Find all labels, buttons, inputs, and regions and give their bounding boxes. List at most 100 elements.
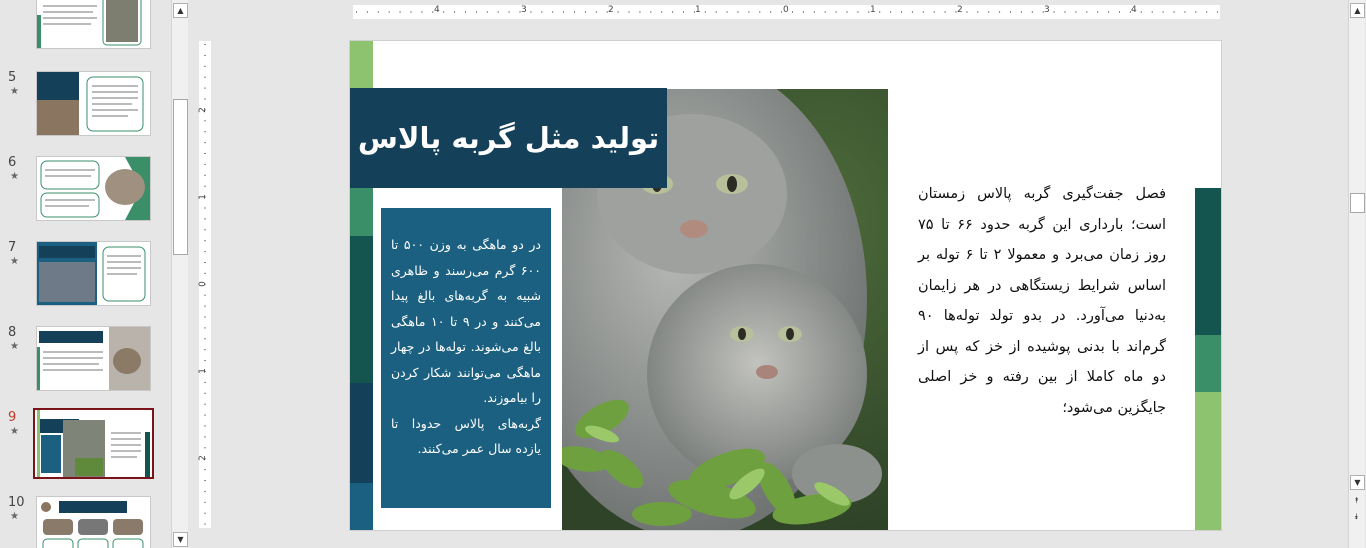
thumbnail-scrollbar[interactable]: ▲ ▼ [171, 0, 188, 548]
ruler-tick [1031, 11, 1033, 13]
thumbnail-row[interactable] [0, 0, 170, 54]
ruler-tick [824, 11, 826, 13]
ruler-tick [552, 11, 554, 13]
slide-title-box[interactable]: تولید مثل گربه پالاس [350, 88, 667, 188]
ruler-tick [1053, 11, 1055, 13]
ruler-tick [204, 501, 206, 503]
thumbnail-row[interactable]: 9 ★ [0, 408, 170, 480]
thumbnail-graphic [37, 327, 150, 390]
ruler-label: 2 [197, 107, 208, 113]
ruler-tick [802, 11, 804, 13]
ruler-label: 1 [197, 194, 208, 200]
ruler-tick [356, 11, 357, 13]
ruler-tick [204, 512, 206, 514]
decorative-strip [350, 483, 373, 530]
ruler-tick [1010, 11, 1011, 13]
scroll-down-icon[interactable]: ▼ [1350, 475, 1365, 490]
slide-canvas[interactable]: تولید مثل گربه پالاس در دو ماهگی به وزن … [350, 41, 1221, 530]
ruler-tick [204, 262, 206, 263]
ruler-tick [672, 11, 674, 13]
ruler-tick [204, 414, 206, 416]
ruler-tick [204, 469, 206, 471]
ruler-tick [204, 153, 206, 154]
ruler-tick [204, 523, 206, 525]
ruler-tick [628, 11, 630, 13]
ruler-tick [1119, 11, 1120, 13]
ruler-tick [204, 294, 206, 296]
next-slide-icon[interactable]: ⯯ [1350, 510, 1363, 523]
ruler-tick [366, 11, 368, 13]
scrollbar-thumb[interactable] [1350, 193, 1365, 213]
ruler-tick [465, 11, 466, 13]
slide-thumbnail-8[interactable] [36, 326, 151, 391]
ruler-tick [999, 11, 1001, 13]
thumbnail-row[interactable]: 5 ★ [0, 70, 170, 140]
ruler-tick [204, 65, 206, 67]
previous-slide-icon[interactable]: ⯭ [1350, 494, 1363, 507]
ruler-tick [204, 425, 206, 427]
ruler-tick [204, 142, 206, 144]
right-text-body[interactable]: فصل جفت‌گیری گربه پالاس زمستان است؛ بارد… [918, 179, 1166, 423]
ruler-label: 2 [197, 455, 208, 461]
animation-star-icon: ★ [10, 171, 19, 182]
ruler-tick [204, 218, 206, 220]
ruler-tick [204, 360, 206, 362]
ruler-tick [792, 11, 793, 13]
ruler-tick [204, 251, 206, 253]
ruler-tick [204, 54, 206, 56]
ruler-tick [443, 11, 445, 13]
ruler-tick [813, 11, 815, 13]
ruler-tick [901, 11, 902, 13]
ruler-label: 1 [197, 368, 208, 374]
ruler-tick [683, 11, 684, 13]
ruler-label: 1 [695, 5, 701, 15]
ruler-tick [1108, 11, 1110, 13]
ruler-tick [1140, 11, 1142, 13]
slide-thumbnail-9-selected[interactable] [33, 408, 154, 479]
thumbnail-row[interactable]: 10 ★ [0, 495, 170, 548]
ruler-tick [204, 131, 206, 133]
slide-thumbnail-6[interactable] [36, 156, 151, 221]
slide-scrollbar[interactable]: ▲ ▼ ⯭ ⯯ [1348, 0, 1365, 548]
ruler-tick [1184, 11, 1186, 13]
thumbnail-row[interactable]: 8 ★ [0, 325, 170, 395]
animation-star-icon: ★ [10, 426, 19, 437]
ruler-tick [737, 11, 739, 13]
ruler-label: 3 [521, 5, 527, 15]
ruler-tick [988, 11, 990, 13]
ruler-tick [486, 11, 488, 13]
ruler-tick [846, 11, 848, 13]
ruler-tick [204, 185, 206, 187]
ruler-label: 4 [434, 5, 440, 15]
ruler-tick [1151, 11, 1153, 13]
scroll-up-icon[interactable]: ▲ [1350, 3, 1365, 18]
ruler-tick [1206, 11, 1208, 13]
ruler-tick [454, 11, 456, 13]
ruler-tick [879, 11, 881, 13]
ruler-tick [890, 11, 892, 13]
slide-thumbnail-7[interactable] [36, 241, 151, 306]
left-text-box[interactable]: در دو ماهگی به وزن ۵۰۰ تا ۶۰۰ گرم می‌رسن… [381, 208, 551, 508]
slide-number: 9 [8, 410, 17, 425]
slide-thumbnail-5[interactable] [36, 71, 151, 136]
ruler-tick [857, 11, 859, 13]
slide-thumbnail-4[interactable] [36, 0, 151, 49]
ruler-tick [399, 11, 401, 13]
scroll-up-icon[interactable]: ▲ [173, 3, 188, 18]
ruler-label: 2 [957, 5, 963, 15]
ruler-tick [759, 11, 761, 13]
ruler-tick [204, 207, 206, 209]
ruler-label: 3 [1044, 5, 1050, 15]
ruler-tick [204, 381, 206, 383]
ruler-tick [530, 11, 532, 13]
ruler-tick [204, 163, 206, 165]
thumbnail-row[interactable]: 7 ★ [0, 240, 170, 310]
ruler-tick [541, 11, 543, 13]
ruler-label: 1 [870, 5, 876, 15]
slide-thumbnail-10[interactable] [36, 496, 151, 548]
thumbnail-row[interactable]: 6 ★ [0, 155, 170, 225]
scrollbar-thumb[interactable] [173, 99, 188, 255]
slide-number: 8 [8, 325, 17, 340]
slide-thumbnail-pane: 5 ★ 6 ★ 7 ★ 8 ★ 9 ★ 10 ★ [0, 0, 170, 548]
scroll-down-icon[interactable]: ▼ [173, 532, 188, 547]
